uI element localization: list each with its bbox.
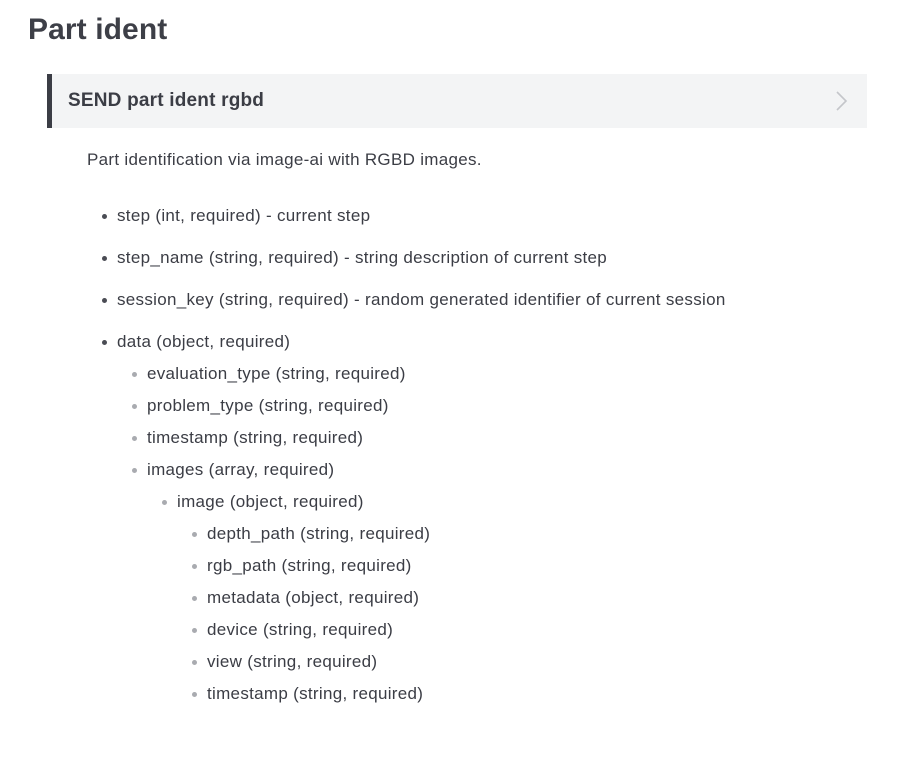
param-item-step-name: step_name (string, required) - string de… [102,246,608,270]
param-item-view: view (string, required) [192,650,378,674]
param-item-label: metadata (object, required) [207,588,420,607]
param-item-label: step (int, required) - current step [117,206,371,225]
bullet-icon [192,628,197,633]
param-item-device: device (string, required) [192,618,394,642]
bullet-icon [132,404,137,409]
param-item-label: image (object, required) [177,492,364,511]
bullet-icon [102,340,107,345]
param-item-label: view (string, required) [207,652,378,671]
param-item-label: session_key (string, required) - random … [117,290,726,309]
bullet-icon [132,468,137,473]
bullet-icon [102,256,107,261]
bullet-icon [192,660,197,665]
param-item-label: depth_path (string, required) [207,524,431,543]
param-item-metadata: metadata (object, required) [192,586,420,610]
param-item-label: timestamp (string, required) [147,428,364,447]
param-item-label: rgb_path (string, required) [207,556,412,575]
bullet-icon [192,692,197,697]
param-item-label: data (object, required) [117,332,291,351]
param-item-step: step (int, required) - current step [102,204,371,228]
bullet-icon [162,500,167,505]
section-description: Part identification via image-ai with RG… [87,150,482,169]
param-item-label: device (string, required) [207,620,394,639]
param-item-depth-path: depth_path (string, required) [192,522,431,546]
bullet-icon [132,436,137,441]
param-item-label: problem_type (string, required) [147,396,389,415]
param-item-problem-type: problem_type (string, required) [132,394,389,418]
param-item-data: data (object, required) [102,330,291,354]
bullet-icon [192,532,197,537]
param-item-timestamp: timestamp (string, required) [132,426,364,450]
param-item-label: timestamp (string, required) [207,684,424,703]
bullet-icon [192,564,197,569]
param-item-label: step_name (string, required) - string de… [117,248,608,267]
param-item-evaluation-type: evaluation_type (string, required) [132,362,406,386]
bullet-icon [132,372,137,377]
bullet-icon [102,214,107,219]
param-item-label: images (array, required) [147,460,335,479]
section-title: SEND part ident rgbd [68,90,265,111]
page-title: Part ident [28,13,168,46]
param-item-images: images (array, required) [132,458,335,482]
bullet-icon [102,298,107,303]
chevron-right-icon[interactable] [835,90,849,112]
param-item-image: image (object, required) [162,490,364,514]
section-header-send-part-ident-rgbd[interactable]: SEND part ident rgbd [47,74,867,128]
param-item-rgb-path: rgb_path (string, required) [192,554,412,578]
param-item-metadata-timestamp: timestamp (string, required) [192,682,424,706]
param-item-label: evaluation_type (string, required) [147,364,406,383]
param-item-session-key: session_key (string, required) - random … [102,288,726,312]
bullet-icon [192,596,197,601]
